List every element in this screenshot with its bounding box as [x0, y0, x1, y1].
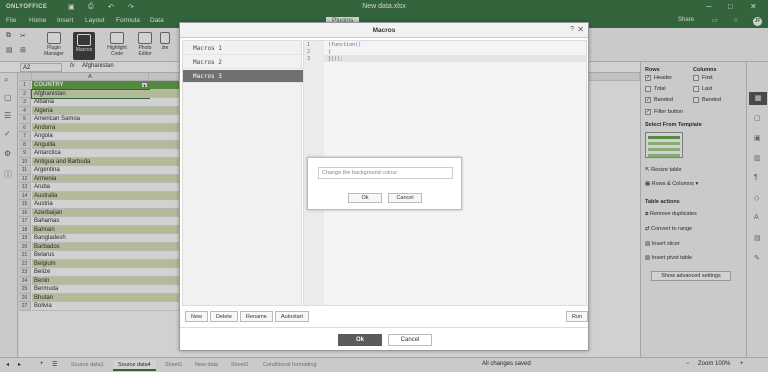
- line-number: 3: [307, 56, 311, 62]
- run-macro-button[interactable]: Run: [566, 311, 589, 322]
- macro-item-3[interactable]: Macros 3: [183, 70, 303, 83]
- prompt-cancel-button[interactable]: Cancel: [388, 193, 422, 203]
- dialog-footer: Ok Cancel: [180, 327, 588, 352]
- code-line: })();: [328, 56, 344, 62]
- code-line: {: [328, 49, 332, 55]
- prompt-ok-button[interactable]: Ok: [348, 193, 382, 203]
- line-number: 2: [307, 49, 311, 55]
- cancel-button[interactable]: Cancel: [388, 334, 432, 346]
- close-icon[interactable]: ✕: [577, 25, 584, 34]
- macro-item-2[interactable]: Macros 2: [183, 56, 303, 69]
- macro-list: Macros 1 Macros 2 Macros 3: [182, 40, 303, 306]
- macro-item-1[interactable]: Macros 1: [183, 42, 303, 55]
- ok-button[interactable]: Ok: [338, 334, 382, 346]
- line-number: 1: [307, 42, 311, 48]
- prompt-input[interactable]: Change the background colour: [318, 167, 453, 179]
- code-line: (function(): [328, 42, 362, 48]
- new-macro-button[interactable]: New: [185, 311, 209, 322]
- rename-macro-button[interactable]: Rename: [240, 311, 273, 322]
- dialog-title: Macros: [180, 23, 588, 38]
- help-icon[interactable]: ?: [570, 26, 574, 33]
- delete-macro-button[interactable]: Delete: [210, 311, 238, 322]
- prompt-dialog: Change the background colour Ok Cancel: [307, 157, 462, 210]
- current-line-highlight: [324, 55, 586, 62]
- autostart-button[interactable]: Autostart: [275, 311, 310, 322]
